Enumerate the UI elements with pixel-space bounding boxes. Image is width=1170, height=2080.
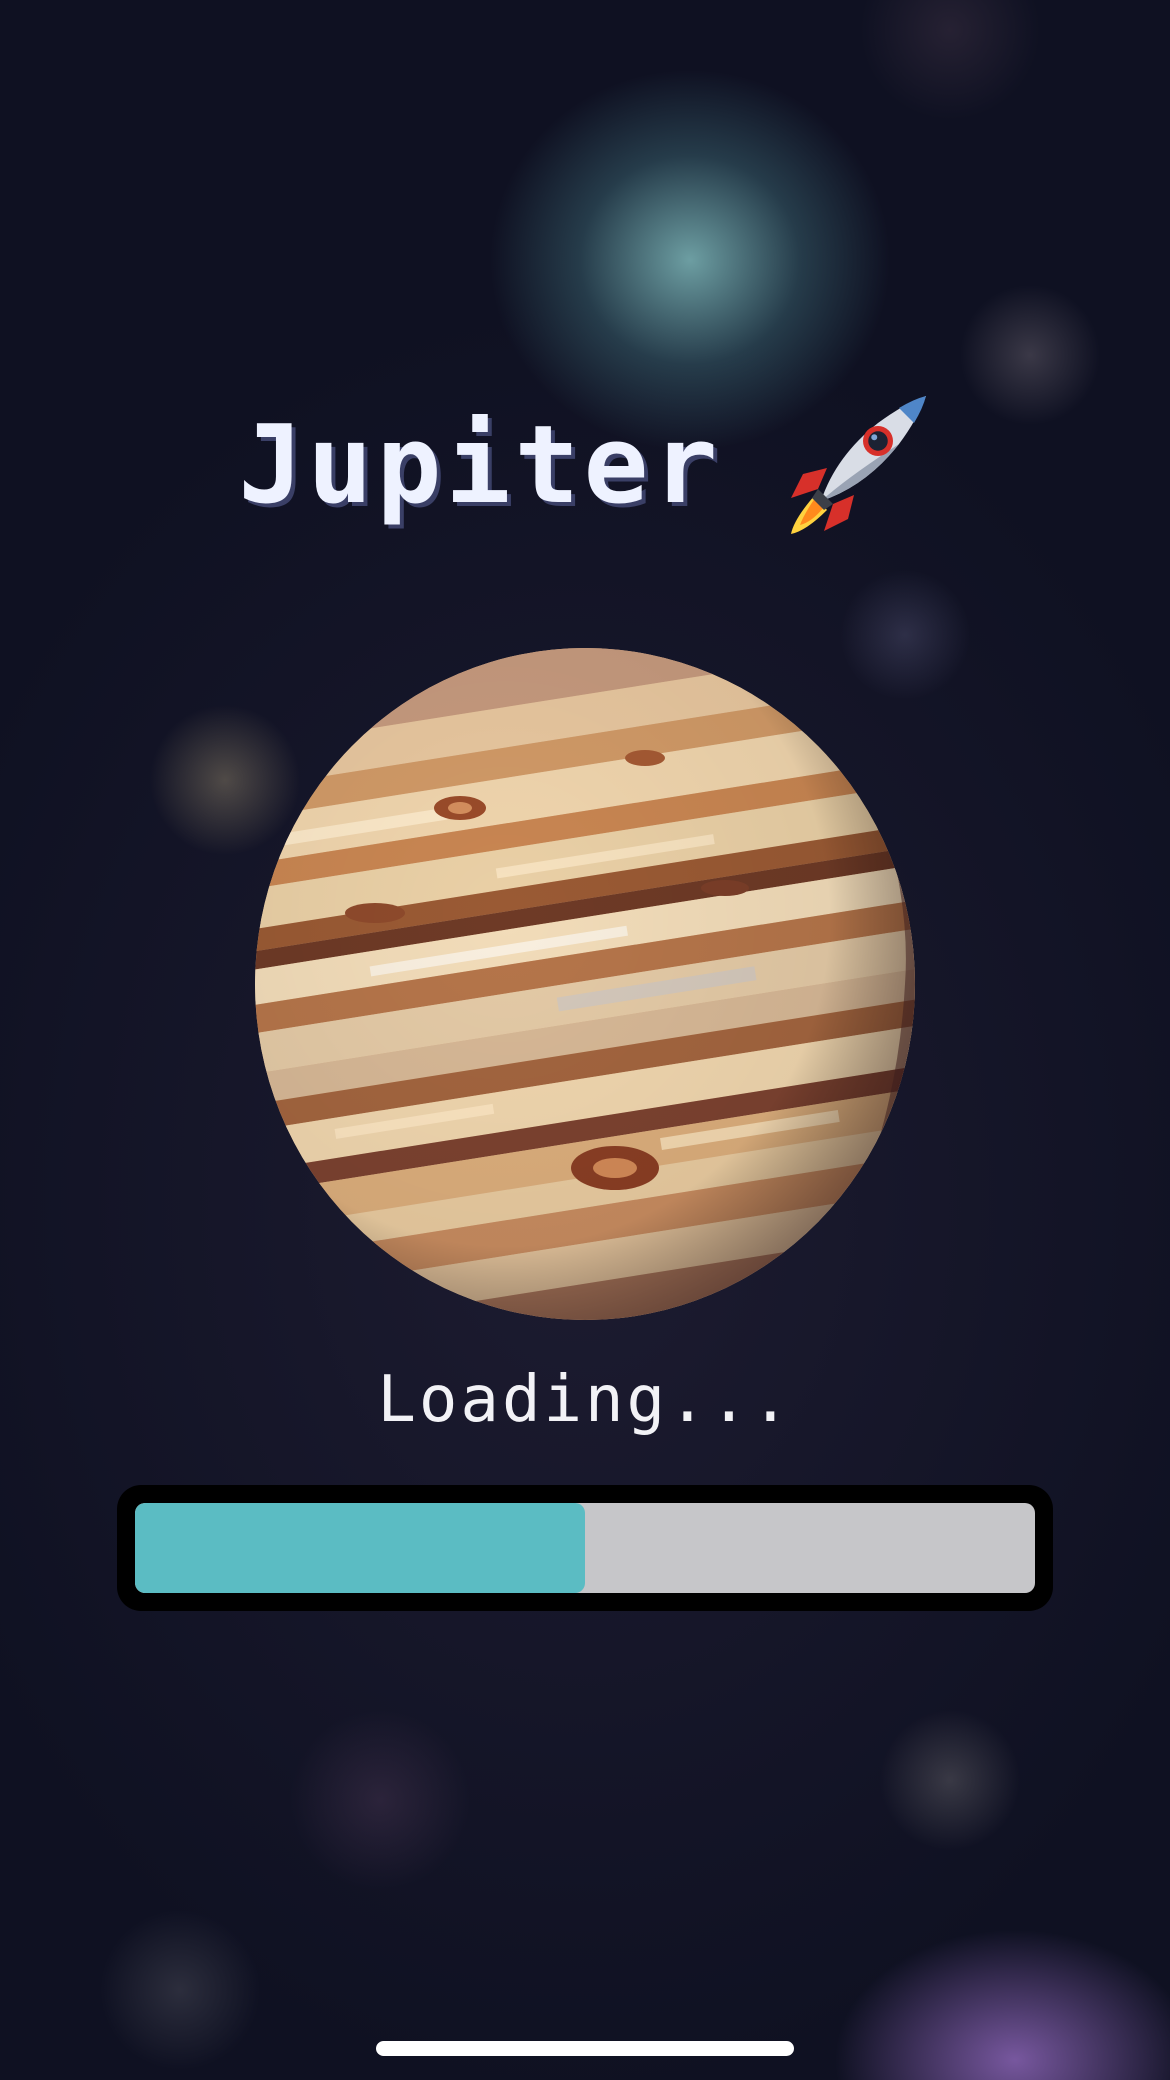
progress-fill (135, 1503, 585, 1593)
title-row: Jupiter (0, 390, 1170, 540)
progress-track (135, 1503, 1035, 1593)
planet-title: Jupiter (238, 402, 722, 528)
rocket-icon (790, 396, 926, 534)
jupiter-planet-image (255, 648, 915, 1320)
home-indicator[interactable] (376, 2041, 794, 2056)
loading-label: Loading... (377, 1363, 793, 1437)
progress-bar (117, 1485, 1053, 1611)
loading-screen: Jupiter Loading... (0, 0, 1170, 2080)
